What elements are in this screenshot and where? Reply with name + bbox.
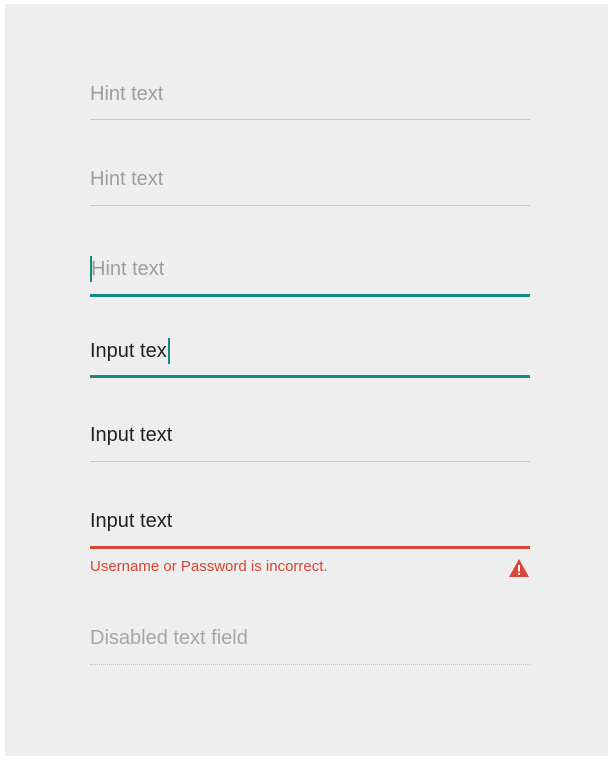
text-field-focused-typing[interactable]: Input tex	[90, 334, 530, 380]
input-value: Input tex	[90, 340, 167, 362]
text-field-filled[interactable]: Input text	[90, 420, 530, 464]
hint-text: Hint text	[90, 83, 164, 105]
underline	[90, 119, 530, 120]
hint-text-with-cursor: Hint text	[90, 256, 164, 282]
disabled-hint-text: Disabled text field	[90, 627, 248, 649]
input-text-with-cursor: Input tex	[90, 338, 170, 364]
text-field-hint-1[interactable]: Hint text	[90, 78, 530, 122]
warning-triangle-icon	[509, 559, 529, 577]
text-field-disabled: Disabled text field	[90, 622, 530, 668]
underline-dotted	[90, 664, 530, 665]
underline-error	[90, 546, 530, 549]
form-panel: Hint text Hint text Hint text Input tex …	[5, 4, 608, 756]
underline-focused	[90, 294, 530, 297]
text-field-focused-empty[interactable]: Hint text	[90, 252, 530, 298]
input-value: Input text	[90, 424, 173, 446]
underline-focused	[90, 375, 530, 378]
hint-text: Hint text	[90, 168, 164, 190]
hint-text: Hint text	[91, 258, 165, 280]
text-cursor	[167, 338, 170, 364]
underline	[90, 461, 530, 462]
text-field-error[interactable]: Input text Username or Password is incor…	[90, 506, 530, 586]
error-message: Username or Password is incorrect.	[90, 558, 328, 575]
text-field-hint-2[interactable]: Hint text	[90, 164, 530, 208]
input-value: Input text	[90, 510, 173, 532]
underline	[90, 205, 530, 206]
